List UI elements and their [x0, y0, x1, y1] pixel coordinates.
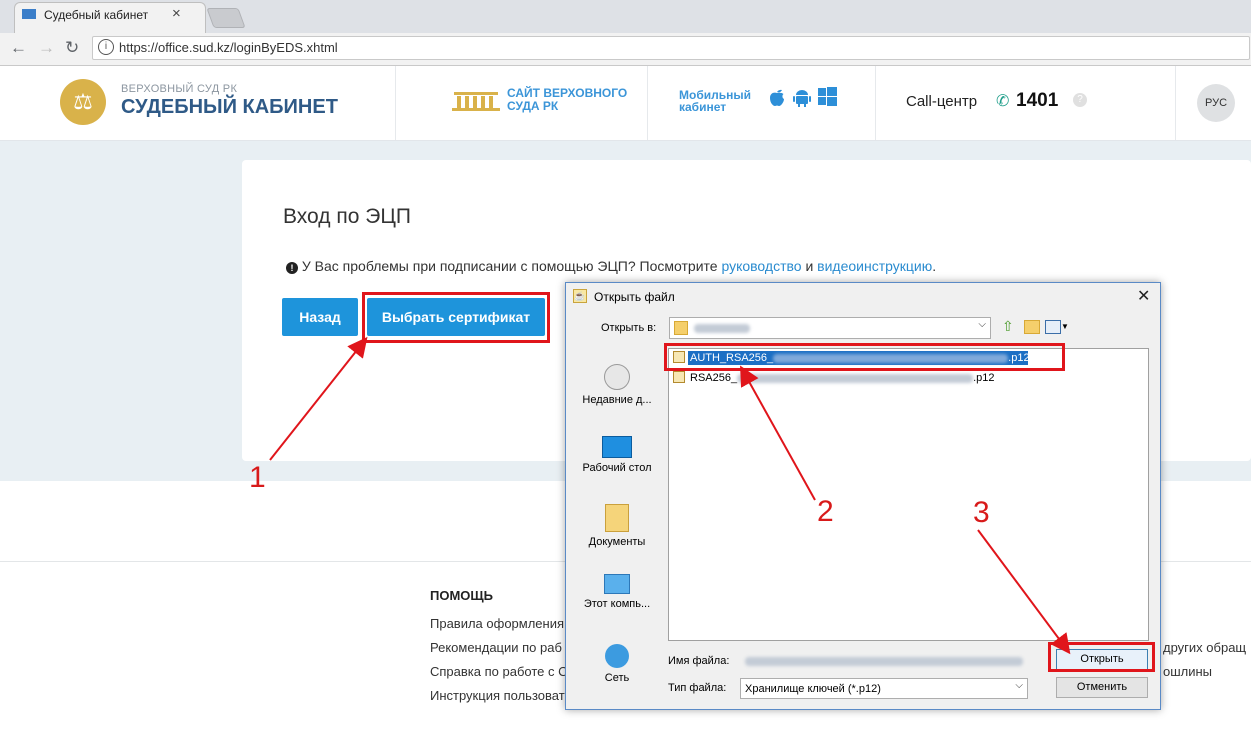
arrow-step-2: [740, 365, 816, 501]
step-2-label: 2: [817, 495, 834, 528]
step-3-label: 3: [973, 496, 990, 529]
annotation-arrows: [269, 336, 1071, 655]
step-1-label: 1: [249, 461, 266, 494]
arrow-step-1: [269, 336, 368, 461]
arrow-step-3: [977, 529, 1071, 655]
